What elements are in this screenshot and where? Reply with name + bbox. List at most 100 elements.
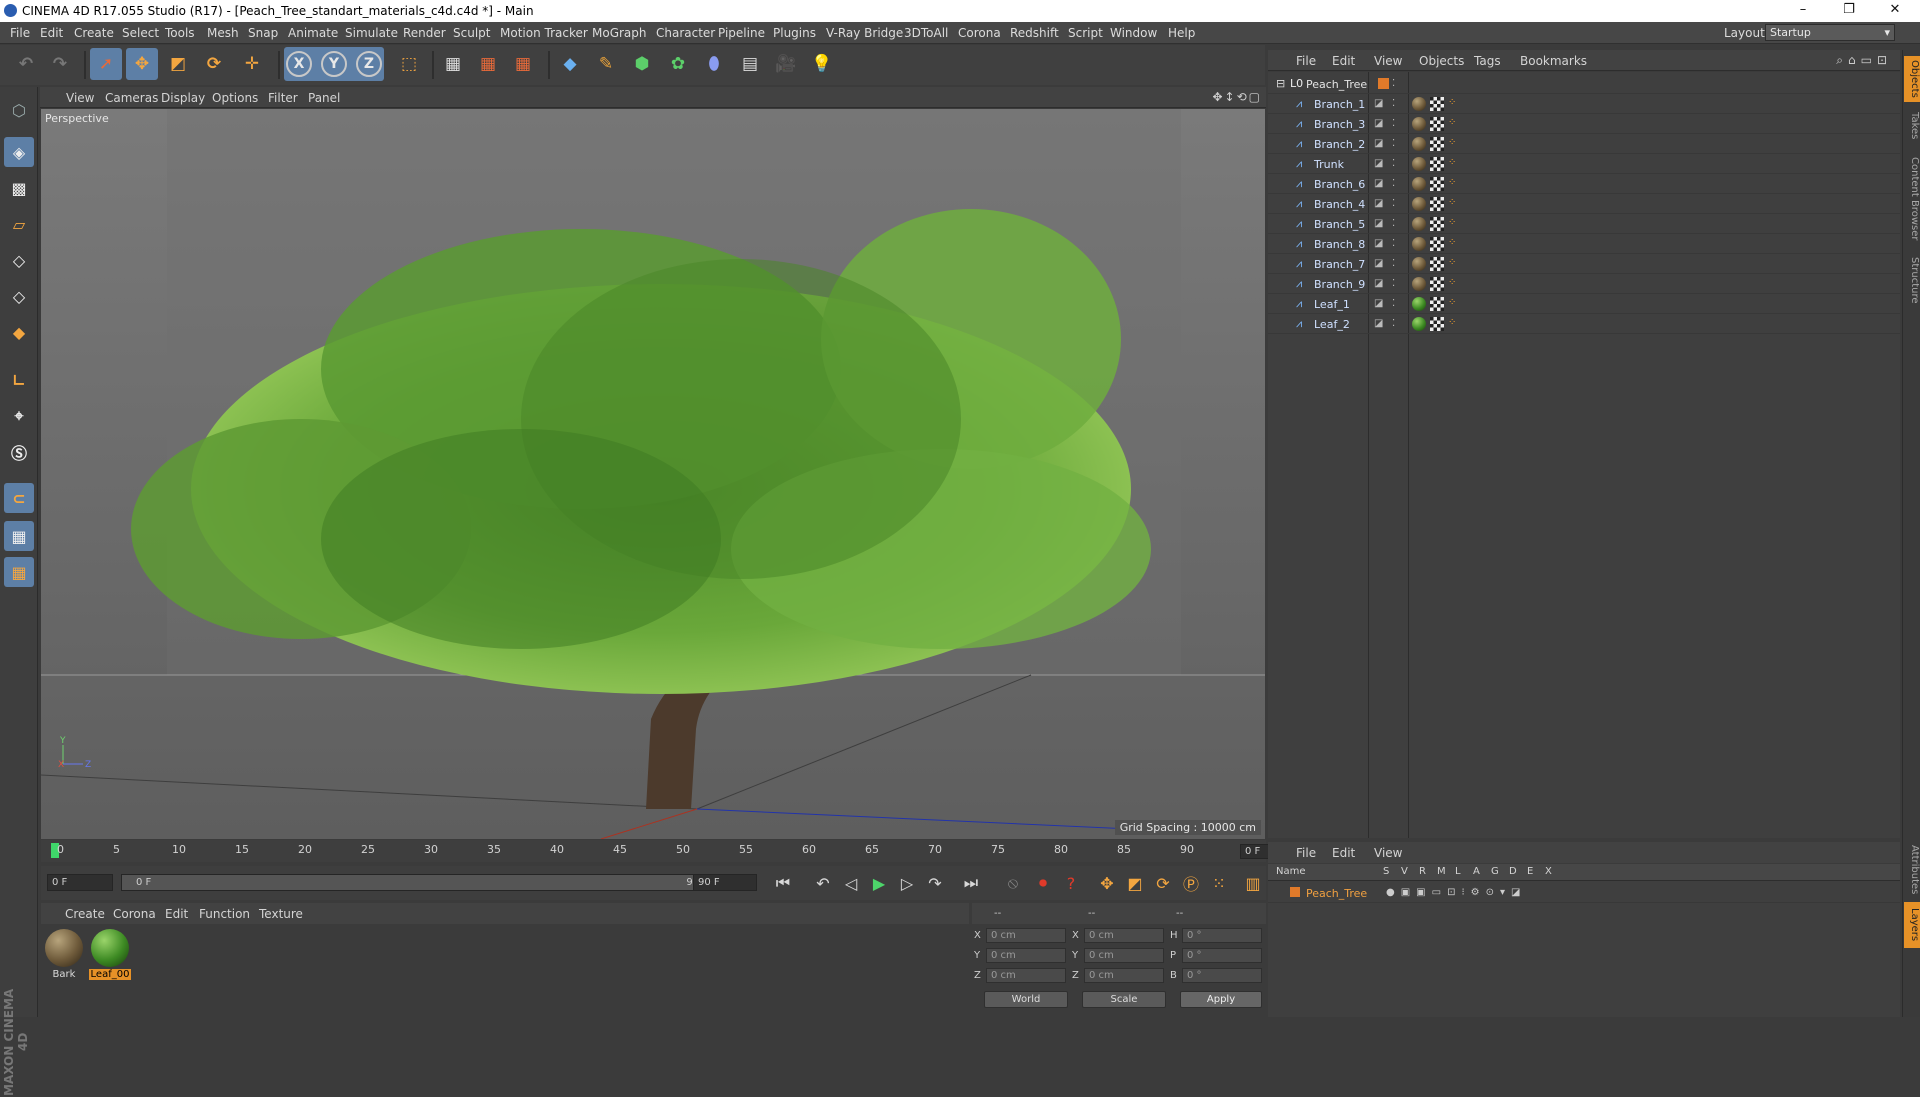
object-menu-tags[interactable]: Tags [1474, 54, 1501, 68]
texture-tag-icon[interactable] [1430, 237, 1444, 251]
edit-flag-icon[interactable]: ◪ [1374, 298, 1386, 310]
material-menu-texture[interactable]: Texture [259, 907, 303, 921]
next-frame-icon[interactable]: ▷ [895, 872, 919, 894]
tab-layers[interactable]: Layers [1904, 902, 1920, 948]
redo-icon[interactable]: ↷ [44, 48, 76, 80]
key-scale-icon[interactable]: ◩ [1123, 872, 1147, 894]
object-name[interactable]: Leaf_2 [1314, 318, 1350, 331]
menu-plugins[interactable]: Plugins [773, 26, 816, 40]
uvw-tag-icon[interactable]: ⁘ [1448, 198, 1458, 208]
menu-create[interactable]: Create [74, 26, 114, 40]
texture-tag-icon[interactable] [1430, 117, 1444, 131]
tab-content-browser[interactable]: Content Browser [1904, 150, 1920, 248]
object-manager-tools-icon[interactable]: ⌕⌂▭⊡ [1836, 53, 1892, 68]
position-x-field[interactable]: 0 cm [986, 928, 1066, 943]
render-view-icon[interactable]: ▦ [437, 48, 469, 80]
object-name[interactable]: Branch_4 [1314, 198, 1365, 211]
keyframe-selection-icon[interactable]: ⦸ [1001, 872, 1025, 894]
layer-color-swatch[interactable] [1378, 78, 1389, 89]
object-name[interactable]: Branch_2 [1314, 138, 1365, 151]
z-axis-button[interactable]: Z [356, 51, 382, 77]
menu-motion-tracker[interactable]: Motion Tracker [500, 26, 588, 40]
coordinate-space-select[interactable]: World [984, 991, 1068, 1008]
timeline-window-icon[interactable]: ▥ [1241, 872, 1265, 894]
menu-corona[interactable]: Corona [958, 26, 1001, 40]
texture-tag-icon[interactable] [1430, 217, 1444, 231]
edit-flag-icon[interactable]: ◪ [1374, 258, 1386, 270]
menu-edit[interactable]: Edit [40, 26, 63, 40]
lock-workplane-icon[interactable]: ▦ [4, 521, 34, 551]
size-x-field[interactable]: 0 cm [1084, 928, 1164, 943]
key-parameter-icon[interactable]: Ⓟ [1179, 872, 1203, 894]
camera-icon[interactable]: 🎥 [770, 48, 802, 80]
material-tag-icon[interactable] [1412, 277, 1426, 291]
size-z-field[interactable]: 0 cm [1084, 968, 1164, 983]
rotation-p-field[interactable]: 0 ° [1182, 948, 1262, 963]
menu-animate[interactable]: Animate [288, 26, 338, 40]
object-row[interactable]: ⩘ Branch_8 ◪ ⁚ ⁘ [1268, 234, 1900, 254]
visibility-dots-icon[interactable]: ⁚ [1392, 118, 1404, 130]
go-to-start-icon[interactable]: ⏮ [771, 872, 795, 894]
scale-tool-icon[interactable]: ◩ [162, 48, 194, 80]
apply-button[interactable]: Apply [1180, 991, 1262, 1008]
edit-flag-icon[interactable]: ◪ [1374, 318, 1386, 330]
object-name[interactable]: Branch_7 [1314, 258, 1365, 271]
snap-icon[interactable]: Ⓢ [4, 437, 34, 467]
texture-tag-icon[interactable] [1430, 97, 1444, 111]
menu-help[interactable]: Help [1168, 26, 1195, 40]
viewport-nav-icons[interactable]: ✥↕⟲▢ [1212, 90, 1262, 104]
object-menu-file[interactable]: File [1296, 54, 1316, 68]
rotate-tool-icon[interactable]: ⟳ [198, 48, 230, 80]
edit-flag-icon[interactable]: ◪ [1374, 238, 1386, 250]
restore-button[interactable]: ❐ [1826, 0, 1872, 22]
menu-script[interactable]: Script [1068, 26, 1103, 40]
uvw-tag-icon[interactable]: ⁘ [1448, 178, 1458, 188]
object-name[interactable]: Branch_5 [1314, 218, 1365, 231]
menu-snap[interactable]: Snap [248, 26, 278, 40]
material-menu-edit[interactable]: Edit [165, 907, 188, 921]
object-row[interactable]: ⩘ Branch_6 ◪ ⁚ ⁘ [1268, 174, 1900, 194]
object-row[interactable]: ⩘ Branch_5 ◪ ⁚ ⁘ [1268, 214, 1900, 234]
edit-flag-icon[interactable]: ◪ [1374, 98, 1386, 110]
floor-icon[interactable]: ▤ [734, 48, 766, 80]
previous-frame-icon[interactable]: ◁ [839, 872, 863, 894]
planar-workplane-icon[interactable]: ▦ [4, 557, 34, 587]
menu-vray-bridge[interactable]: V-Ray Bridge [826, 26, 903, 40]
key-position-icon[interactable]: ✥ [1095, 872, 1119, 894]
visibility-dots-icon[interactable]: ⁚ [1392, 98, 1404, 110]
uvw-tag-icon[interactable]: ⁘ [1448, 118, 1458, 128]
object-row[interactable]: ⩘ Leaf_1 ◪ ⁚ ⁘ [1268, 294, 1900, 314]
menu-window[interactable]: Window [1110, 26, 1157, 40]
edit-flag-icon[interactable]: ◪ [1374, 218, 1386, 230]
material-leaf[interactable]: Leaf_00 [89, 927, 131, 985]
object-row[interactable]: ⩘ Branch_7 ◪ ⁚ ⁘ [1268, 254, 1900, 274]
uvw-tag-icon[interactable]: ⁘ [1448, 218, 1458, 228]
texture-tag-icon[interactable] [1430, 137, 1444, 151]
rotation-b-field[interactable]: 0 ° [1182, 968, 1262, 983]
make-editable-icon[interactable]: ⬡ [4, 95, 34, 125]
material-tag-icon[interactable] [1412, 297, 1426, 311]
object-row[interactable]: ⩘ Branch_3 ◪ ⁚ ⁘ [1268, 114, 1900, 134]
workplane-icon[interactable]: ▱ [4, 209, 34, 239]
object-menu-objects[interactable]: Objects [1419, 54, 1464, 68]
material-bark[interactable]: Bark [43, 927, 85, 985]
visibility-dots-icon[interactable]: ⁚ [1392, 78, 1404, 90]
render-region-icon[interactable]: ▦ [472, 48, 504, 80]
subdivision-icon[interactable]: ⬢ [626, 48, 658, 80]
collapse-icon[interactable]: ⊟ [1276, 78, 1288, 90]
uvw-tag-icon[interactable]: ⁘ [1448, 138, 1458, 148]
object-row[interactable]: ⩘ Branch_2 ◪ ⁚ ⁘ [1268, 134, 1900, 154]
edit-flag-icon[interactable]: ◪ [1374, 138, 1386, 150]
light-icon[interactable]: 💡 [806, 48, 838, 80]
material-tag-icon[interactable] [1412, 117, 1426, 131]
object-menu-view[interactable]: View [1374, 54, 1402, 68]
object-row[interactable]: ⩘ Branch_4 ◪ ⁚ ⁘ [1268, 194, 1900, 214]
object-name[interactable]: Trunk [1314, 158, 1344, 171]
position-z-field[interactable]: 0 cm [986, 968, 1066, 983]
layer-color-swatch[interactable] [1290, 887, 1300, 897]
cube-icon[interactable]: ◆ [554, 48, 586, 80]
cloner-icon[interactable]: ✿ [662, 48, 694, 80]
visibility-dots-icon[interactable]: ⁚ [1392, 218, 1404, 230]
axis-mode-icon[interactable]: ∟ [4, 365, 34, 395]
material-menu-create[interactable]: Create [65, 907, 105, 921]
